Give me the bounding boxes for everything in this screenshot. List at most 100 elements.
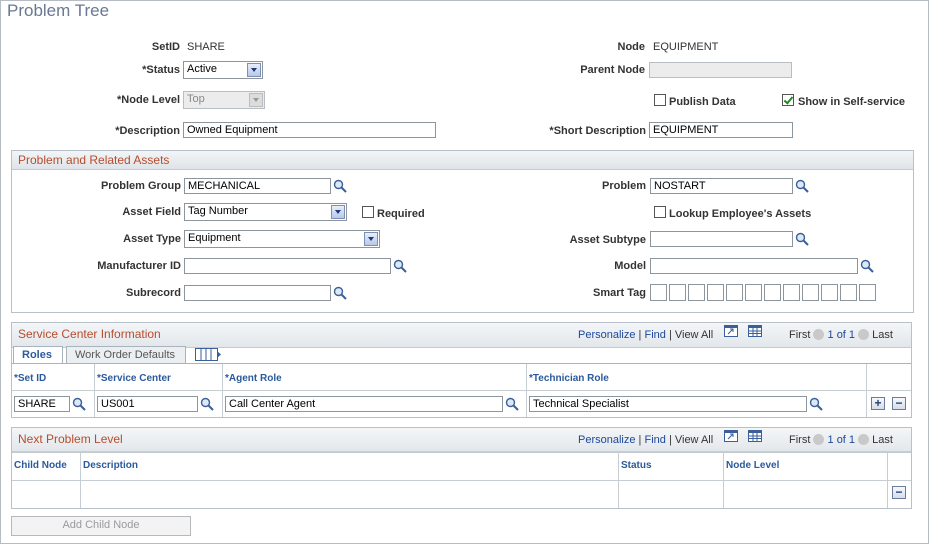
col-divider [866, 364, 867, 417]
personalize-link[interactable]: Personalize [578, 434, 635, 446]
previous-icon[interactable] [813, 434, 825, 445]
tab-roles[interactable]: Roles [13, 346, 63, 363]
description-field[interactable]: Owned Equipment [183, 122, 436, 138]
delete-row-button[interactable]: − [892, 397, 906, 410]
separator: | [668, 434, 672, 446]
node-level-select[interactable]: Top [183, 91, 265, 109]
separator: | [638, 434, 642, 446]
status-select[interactable]: Active [183, 61, 263, 79]
required-checkbox[interactable] [362, 206, 374, 218]
lookup-icon[interactable] [860, 259, 874, 273]
problem-group-label: Problem Group [100, 180, 181, 192]
node-level-label: *Node Level [117, 94, 180, 106]
add-child-node-button[interactable]: Add Child Node [11, 516, 191, 536]
separator: | [668, 329, 672, 341]
row-technician-role-field[interactable]: Technical Specialist [529, 396, 807, 412]
asset-field-select[interactable]: Tag Number [184, 203, 347, 221]
tab-work-order-defaults[interactable]: Work Order Defaults [66, 346, 186, 363]
problem-group-field[interactable]: MECHANICAL [184, 178, 331, 194]
find-link[interactable]: Find [644, 329, 665, 341]
asset-type-label: Asset Type [123, 233, 181, 245]
subrecord-field[interactable] [184, 285, 331, 301]
row-agent-role-field[interactable]: Call Center Agent [225, 396, 503, 412]
smart-tag-cell[interactable] [688, 284, 705, 301]
col-setid: *Set ID [14, 373, 47, 384]
smart-tag-cell[interactable] [650, 284, 667, 301]
short-description-field[interactable]: EQUIPMENT [649, 122, 793, 138]
lookup-icon[interactable] [795, 232, 809, 246]
smart-tag-cell[interactable] [669, 284, 686, 301]
description-label: *Description [115, 125, 180, 137]
parent-node-field[interactable] [649, 62, 792, 78]
delete-row-button[interactable]: − [892, 486, 906, 499]
lookup-employee-checkbox[interactable] [654, 206, 666, 218]
col-divider [94, 364, 95, 417]
next-icon[interactable] [858, 329, 870, 340]
model-field[interactable] [650, 258, 858, 274]
col-divider [222, 364, 223, 417]
personalize-link[interactable]: Personalize [578, 329, 635, 341]
lookup-icon[interactable] [505, 397, 519, 411]
view-all-link[interactable]: View All [675, 329, 713, 341]
new-window-icon[interactable] [724, 325, 738, 337]
short-description-label: *Short Description [549, 125, 646, 137]
smart-tag-cell[interactable] [821, 284, 838, 301]
smart-tag-cell[interactable] [745, 284, 762, 301]
manufacturer-field[interactable] [184, 258, 391, 274]
smart-tag-cell[interactable] [783, 284, 800, 301]
publish-data-checkbox[interactable] [654, 94, 666, 106]
asset-type-select[interactable]: Equipment [184, 230, 380, 248]
next-icon[interactable] [858, 434, 870, 445]
smart-tag-cell[interactable] [707, 284, 724, 301]
page-title: Problem Tree [7, 1, 110, 20]
row-service-center-field[interactable]: US001 [97, 396, 198, 412]
smart-tag-cell[interactable] [726, 284, 743, 301]
status-label: *Status [142, 64, 180, 76]
lookup-icon[interactable] [393, 259, 407, 273]
next-level-header: Next Problem Level [12, 428, 911, 453]
publish-data-label: Publish Data [669, 96, 736, 108]
header-divider [12, 390, 911, 391]
asset-subtype-field[interactable] [650, 231, 793, 247]
header-divider [12, 480, 911, 481]
show-all-columns-icon[interactable] [195, 348, 221, 361]
new-window-icon[interactable] [724, 430, 738, 442]
problem-field[interactable]: NOSTART [650, 178, 793, 194]
problem-label: Problem [601, 180, 646, 192]
download-grid-icon[interactable] [748, 325, 762, 337]
view-all-link[interactable]: View All [675, 434, 713, 446]
col-child-node: Child Node [14, 460, 67, 471]
self-service-checkbox[interactable] [782, 94, 794, 106]
lookup-icon[interactable] [200, 397, 214, 411]
next-level-grid-nav: Personalize | Find | View All [578, 434, 713, 446]
col-node-level: Node Level [726, 460, 780, 471]
lookup-icon[interactable] [333, 286, 347, 300]
smart-tag-cell[interactable] [859, 284, 876, 301]
smart-tag-cell[interactable] [764, 284, 781, 301]
lookup-icon[interactable] [333, 179, 347, 193]
smart-tag-cell[interactable] [840, 284, 857, 301]
smart-tag-cell[interactable] [802, 284, 819, 301]
col-divider [887, 452, 888, 508]
last-label: Last [872, 434, 893, 446]
lookup-icon[interactable] [72, 397, 86, 411]
col-service-center: *Service Center [97, 373, 171, 384]
subrecord-label: Subrecord [125, 287, 181, 299]
col-status: Status [621, 460, 652, 471]
add-row-button[interactable]: + [871, 397, 885, 410]
tab-underline [12, 363, 911, 364]
lookup-icon[interactable] [795, 179, 809, 193]
asset-subtype-label: Asset Subtype [569, 234, 646, 246]
lookup-icon[interactable] [809, 397, 823, 411]
chevron-down-icon [331, 205, 345, 219]
find-link[interactable]: Find [644, 434, 665, 446]
col-divider [618, 452, 619, 508]
download-grid-icon[interactable] [748, 430, 762, 442]
row-setid-field[interactable]: SHARE [14, 396, 70, 412]
setid-value: SHARE [187, 41, 225, 53]
col-agent-role: *Agent Role [225, 373, 282, 384]
node-label: Node [617, 41, 646, 53]
problem-assets-title: Problem and Related Assets [18, 153, 170, 167]
previous-icon[interactable] [813, 329, 825, 340]
smart-tag-label: Smart Tag [593, 287, 646, 299]
